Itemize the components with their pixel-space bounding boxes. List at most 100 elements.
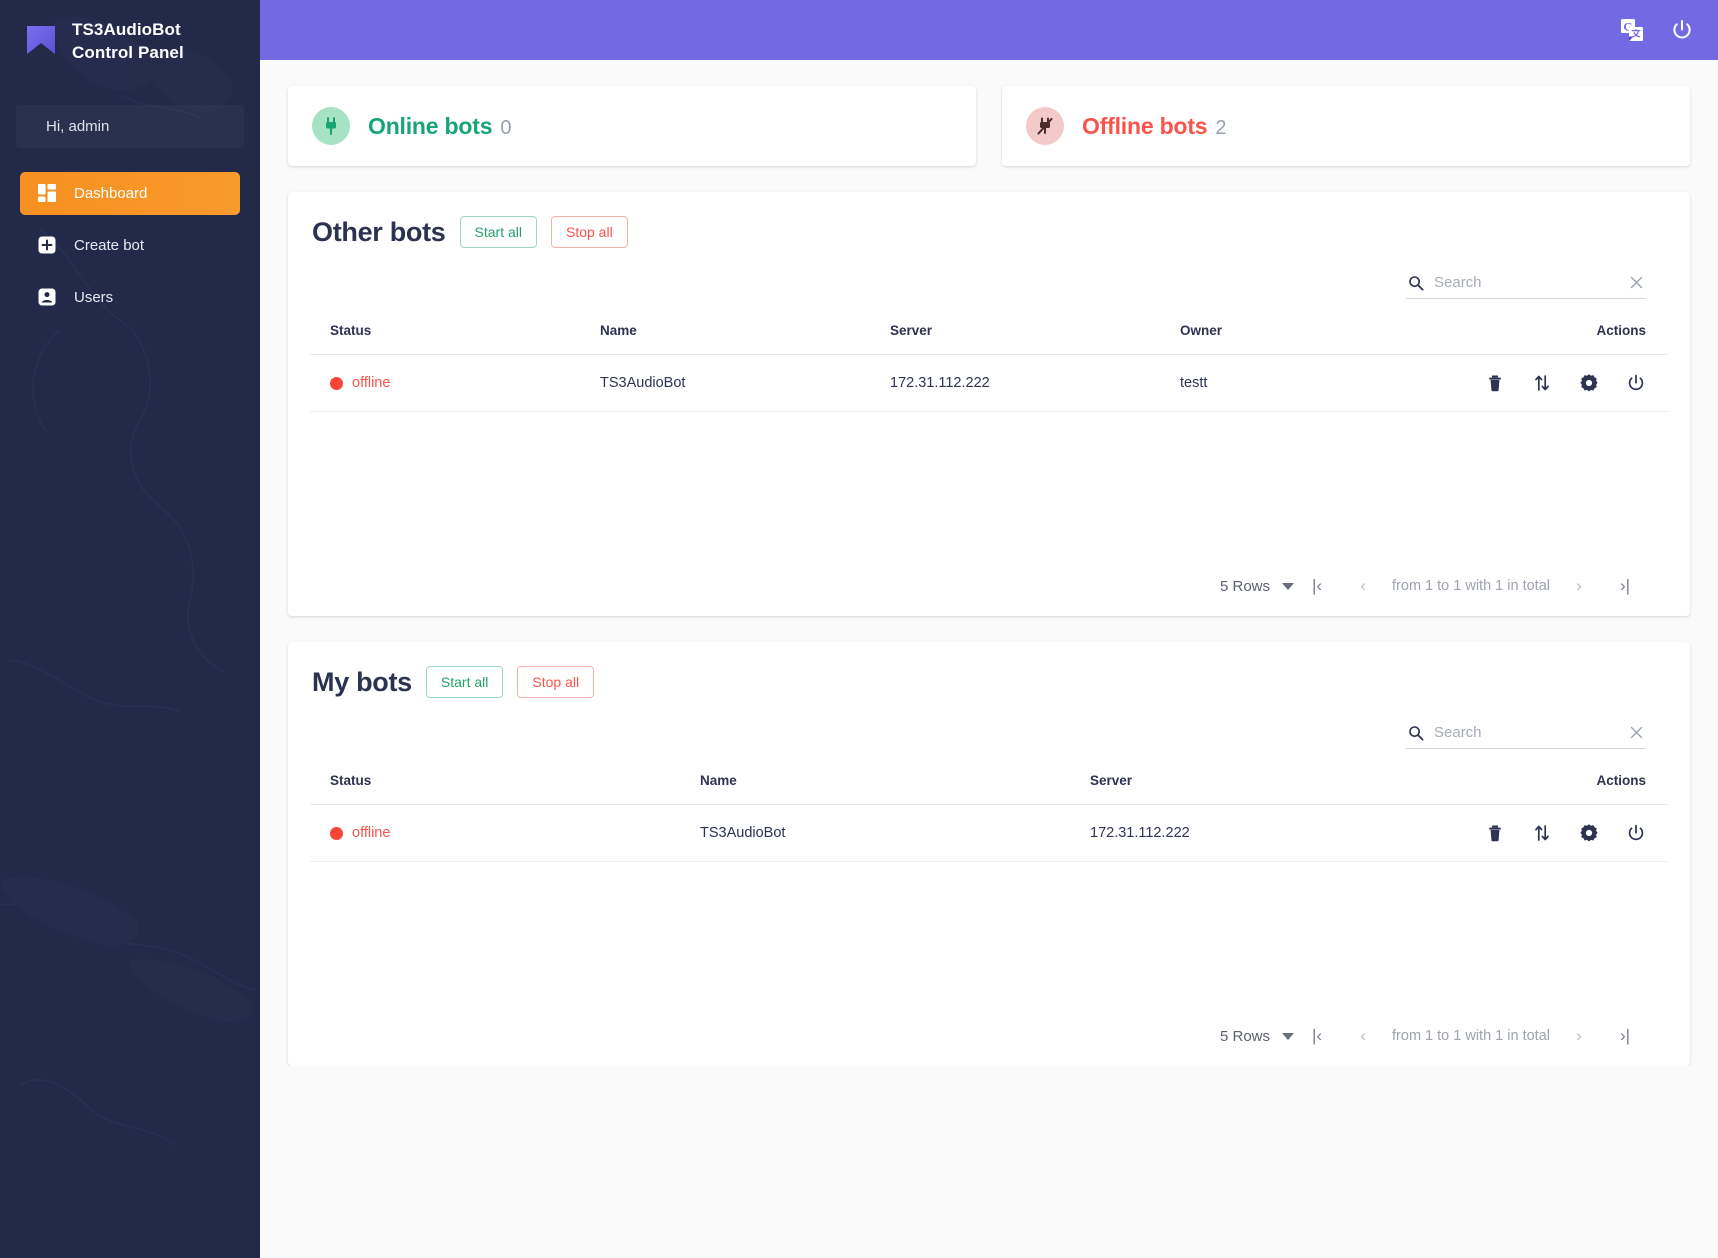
power-icon[interactable] xyxy=(1626,373,1646,393)
status-badge: offline xyxy=(330,375,600,391)
last-page-button[interactable]: ›| xyxy=(1602,1026,1648,1046)
pagination-info: from 1 to 1 with 1 in total xyxy=(1392,578,1550,594)
cell-status: offline xyxy=(310,354,600,412)
search-input[interactable] xyxy=(1434,274,1619,291)
rows-per-page-select[interactable]: 5 Rows xyxy=(1220,577,1295,595)
panel-my-bots: My bots Start all Stop all Search Status… xyxy=(288,642,1690,1066)
chevron-down-icon xyxy=(1282,1032,1295,1040)
page-title-my-bots: My bots xyxy=(312,666,412,697)
google-translate-icon[interactable]: G xyxy=(1620,18,1644,42)
stat-card-online-bots: Online bots 0 xyxy=(288,86,976,166)
panel-other-bots: Other bots Start all Stop all Search Sta… xyxy=(288,192,1690,616)
column-header-status: Status xyxy=(310,767,700,805)
cell-name: TS3AudioBot xyxy=(600,354,890,412)
settings-gear-icon[interactable] xyxy=(1579,823,1599,843)
table-header-row: Status Name Server Owner Actions xyxy=(310,317,1668,355)
prev-page-button[interactable]: ‹ xyxy=(1340,1026,1386,1046)
cell-actions xyxy=(1293,804,1668,862)
delete-icon[interactable] xyxy=(1485,373,1505,393)
pagination-info: from 1 to 1 with 1 in total xyxy=(1392,1028,1550,1044)
page-title-other-bots: Other bots xyxy=(312,216,446,247)
sidebar-item-users[interactable]: Users xyxy=(20,276,240,319)
stat-card-offline-bots: Offline bots 2 xyxy=(1002,86,1690,166)
main-area: G Online bots 0 Offline bots 2 Other bot… xyxy=(260,0,1718,1258)
table-body: offline TS3AudioBot 172.31.112.222 xyxy=(310,804,1668,862)
transfer-icon[interactable] xyxy=(1532,373,1552,393)
start-all-button[interactable]: Start all xyxy=(459,216,537,248)
table-filler xyxy=(310,862,1668,1010)
column-header-name: Name xyxy=(600,317,890,355)
stop-all-button[interactable]: Stop all xyxy=(517,666,595,698)
status-badge: offline xyxy=(330,825,700,841)
column-header-status: Status xyxy=(310,317,600,355)
column-header-server: Server xyxy=(1090,767,1294,805)
first-page-button[interactable]: |‹ xyxy=(1294,576,1340,596)
transfer-icon[interactable] xyxy=(1532,823,1552,843)
status-label: offline xyxy=(352,825,391,841)
column-header-owner: Owner xyxy=(1180,317,1272,355)
table-row[interactable]: offline TS3AudioBot 172.31.112.222 xyxy=(310,804,1668,862)
row-actions xyxy=(1294,823,1646,843)
column-header-name: Name xyxy=(700,767,1090,805)
next-page-button[interactable]: › xyxy=(1556,1026,1602,1046)
close-icon[interactable] xyxy=(1629,725,1644,740)
cell-actions xyxy=(1271,354,1668,412)
table-header-row: Status Name Server Actions xyxy=(310,767,1668,805)
dashboard-grid-icon xyxy=(38,184,56,203)
my-bots-table: Status Name Server Actions offline TS3Au… xyxy=(310,767,1668,862)
prev-page-button[interactable]: ‹ xyxy=(1340,576,1386,596)
rows-per-page-select[interactable]: 5 Rows xyxy=(1220,1027,1295,1045)
stats-row: Online bots 0 Offline bots 2 xyxy=(288,86,1690,166)
page-content: Online bots 0 Offline bots 2 Other bots … xyxy=(260,60,1718,1066)
column-header-server: Server xyxy=(890,317,1180,355)
my-bots-search-row xyxy=(310,720,1668,749)
rows-per-page-label: 5 Rows xyxy=(1220,1027,1271,1045)
sidebar-nav: Dashboard Create bot Users xyxy=(0,171,260,319)
status-label: offline xyxy=(352,375,391,391)
online-bots-label-wrap: Online bots 0 xyxy=(368,113,511,140)
status-dot-icon xyxy=(330,376,343,390)
brand[interactable]: TS3AudioBot Control Panel xyxy=(0,0,260,81)
next-page-button[interactable]: › xyxy=(1556,576,1602,596)
search-icon xyxy=(1409,725,1424,740)
power-icon[interactable] xyxy=(1626,823,1646,843)
bookmark-logo-icon xyxy=(27,26,55,55)
column-header-actions: Actions xyxy=(1293,767,1668,805)
sidebar-item-dashboard[interactable]: Dashboard xyxy=(20,171,240,215)
online-bots-bubble xyxy=(312,107,350,145)
cell-owner: testt xyxy=(1180,354,1272,412)
sidebar: TS3AudioBot Control Panel Hi, admin Dash… xyxy=(0,0,260,1258)
sidebar-item-create-bot[interactable]: Create bot xyxy=(20,224,240,267)
search-input[interactable] xyxy=(1434,724,1619,741)
brand-text: TS3AudioBot Control Panel xyxy=(72,18,184,65)
cell-server: 172.31.112.222 xyxy=(1090,804,1294,862)
online-bots-count: 0 xyxy=(500,116,512,139)
first-page-button[interactable]: |‹ xyxy=(1294,1026,1340,1046)
user-square-icon xyxy=(38,288,56,306)
rows-per-page-label: 5 Rows xyxy=(1220,577,1271,595)
plug-disabled-icon xyxy=(1037,117,1053,135)
start-all-button[interactable]: Start all xyxy=(425,666,504,698)
sidebar-item-label: Users xyxy=(74,288,114,306)
close-icon[interactable] xyxy=(1629,275,1644,290)
row-actions xyxy=(1271,373,1646,393)
stop-all-button[interactable]: Stop all xyxy=(550,216,628,248)
pagination-my-bots: 5 Rows |‹ ‹ from 1 to 1 with 1 in total … xyxy=(310,1010,1668,1066)
plus-square-icon xyxy=(38,236,56,254)
plug-icon xyxy=(326,117,336,135)
offline-bots-count: 2 xyxy=(1215,116,1227,139)
search-box[interactable] xyxy=(1406,720,1646,749)
brand-line-2: Control Panel xyxy=(72,43,184,63)
chevron-down-icon xyxy=(1282,582,1295,590)
cell-name: TS3AudioBot xyxy=(700,804,1090,862)
status-dot-icon xyxy=(330,826,343,840)
cell-server: 172.31.112.222 xyxy=(890,354,1180,412)
table-header: Status Name Server Owner Actions xyxy=(310,317,1668,355)
offline-bots-label-wrap: Offline bots 2 xyxy=(1082,113,1227,140)
delete-icon[interactable] xyxy=(1485,823,1505,843)
settings-gear-icon[interactable] xyxy=(1579,373,1599,393)
table-row[interactable]: offline TS3AudioBot 172.31.112.222 testt xyxy=(310,354,1668,412)
last-page-button[interactable]: ›| xyxy=(1602,576,1648,596)
power-icon[interactable] xyxy=(1670,18,1694,42)
search-box[interactable] xyxy=(1406,270,1646,299)
